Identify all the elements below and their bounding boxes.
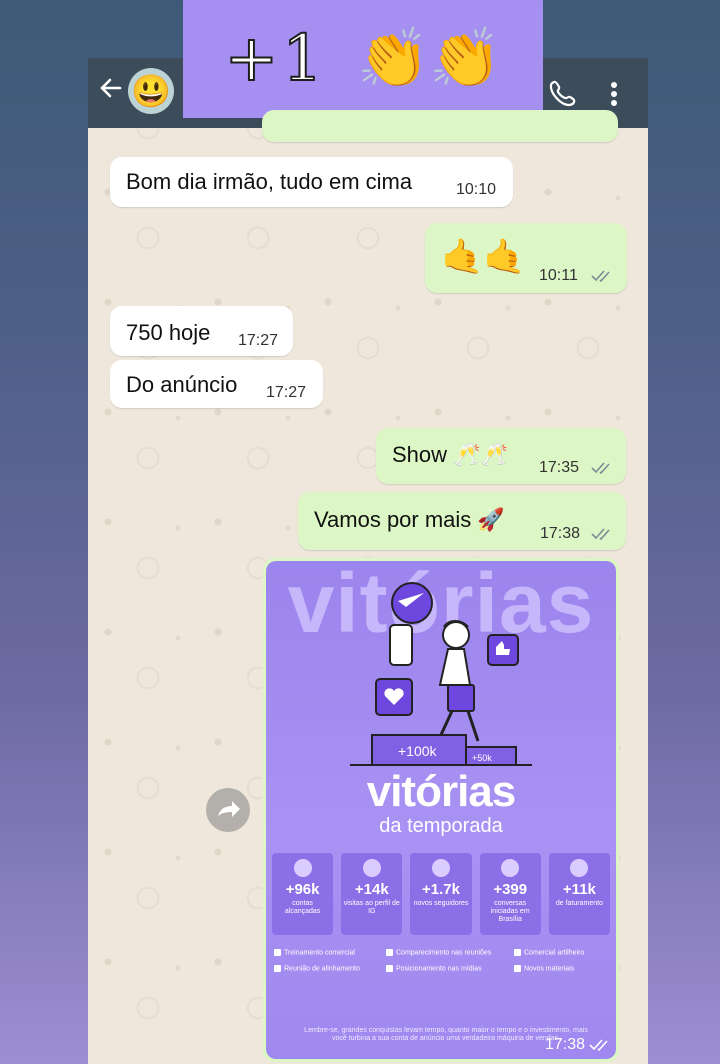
message-time: 10:10 [456,181,497,198]
stat-card: +399 conversas iniciadas em Brasília [479,853,541,935]
stat-icon [293,859,312,877]
more-vert-icon[interactable] [604,76,624,112]
stats-row: +96k contas alcançadas +14k visitas ao per… [272,853,611,935]
podium-first: +100k [398,743,438,759]
message-time: 17:35 [539,459,580,476]
double-check-icon [591,462,610,475]
stat-value: +96k [285,881,320,898]
stat-card: +1.7k novos seguidores [410,853,472,935]
message-bubble-partial[interactable] [262,110,618,142]
message-text: Show 🥂🥂 [392,442,508,467]
image-message[interactable]: vitórias +100k +50k vitórias da temporad… [263,558,619,1062]
plus-one-text: +1 [224,21,327,97]
stat-card: +96k contas alcançadas [272,853,334,935]
forward-icon [218,801,240,817]
stat-value: +399 [493,881,528,898]
back-arrow-icon[interactable] [96,74,126,110]
message-text: 750 hoje [126,320,211,345]
message-bubble-in[interactable]: 750 hoje 17:27 [110,306,293,356]
message-text: Bom dia irmão, tudo em cima [126,169,413,194]
promo-title: vitórias [366,767,517,816]
clap-emoji: 👏👏 [356,26,502,91]
double-check-icon [589,1039,608,1052]
message-bubble-in[interactable]: Do anúncio 17:27 [110,360,323,408]
message-bubble-out[interactable]: Vamos por mais 🚀 17:38 [298,492,626,550]
checklist-item: Comparecimento nas reuniões [386,949,491,956]
stat-value: +1.7k [422,881,460,898]
stat-label: de faturamento [555,900,603,907]
avatar[interactable]: 😃 [128,68,174,114]
stat-icon [570,859,589,877]
stat-card: +14k visitas ao perfil de IG [341,853,403,935]
stat-value: +14k [354,881,389,898]
stat-icon [362,859,381,877]
reaction-banner: +1 👏👏 [183,0,543,118]
promo-subtitle: da temporada [379,815,503,837]
checklist-item: Posicionamento nas mídias [386,965,482,972]
stat-icon [501,859,520,877]
message-bubble-out[interactable]: 🤙🤙 10:11 [425,223,627,293]
double-check-icon [591,270,610,283]
message-time: 17:38 [540,525,581,542]
message-text: Vamos por mais 🚀 [314,507,505,532]
stat-label: novos seguidores [413,900,469,907]
double-check-icon [591,528,610,541]
checklist-item: Treinamento comercial [274,949,355,956]
forward-button[interactable] [206,788,250,832]
message-time: 17:27 [266,384,307,401]
phone-icon[interactable] [544,74,580,110]
stat-value: +11k [562,881,596,898]
stat-card: +11k de faturamento [548,853,611,935]
athlete-illustration: +100k +50k [350,582,532,766]
stat-label: visitas ao perfil de IG [343,900,400,915]
stat-label: conversas iniciadas em Brasília [490,900,530,923]
message-text: 🤙🤙 [441,238,526,276]
message-time: 17:38 [544,1036,585,1053]
promo-image[interactable]: vitórias +100k +50k vitórias da temporad… [266,561,616,1059]
message-bubble-in[interactable]: Bom dia irmão, tudo em cima 10:10 [110,157,513,207]
message-bubble-out[interactable]: Show 🥂🥂 17:35 [376,428,626,484]
message-time: 17:27 [238,332,279,349]
checklist-item: Novos materiais [514,965,574,972]
podium-second: +50k [472,753,492,763]
checklist-item: Reunião de alinhamento [274,965,360,972]
stat-icon [432,859,450,877]
stat-label: contas alcançadas [284,900,321,915]
message-time: 10:11 [539,267,578,284]
checklist-item: Comercial artilheiro [514,949,584,956]
message-text: Do anúncio [126,372,238,397]
